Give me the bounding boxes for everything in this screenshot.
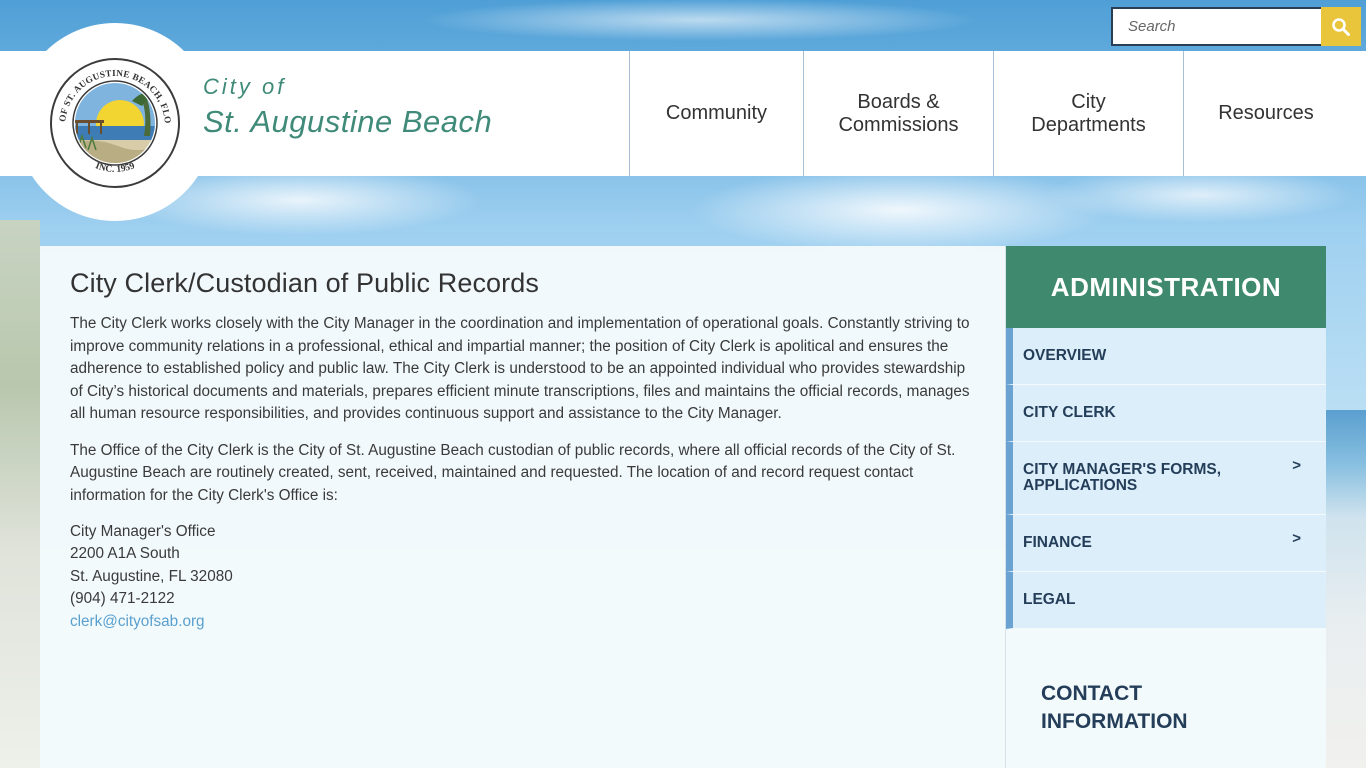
email-link[interactable]: clerk@cityofsab.org: [70, 613, 205, 630]
nav-label-line2: Commissions: [838, 113, 959, 136]
address-city: St. Augustine, FL 32080: [70, 567, 233, 585]
nav-label-line2: Departments: [1031, 113, 1146, 136]
sidebar-item-legal[interactable]: LEGAL: [1006, 572, 1326, 629]
sidebar-item-label: OVERVIEW: [1023, 347, 1107, 364]
sidebar-item-city-managers-forms[interactable]: CITY MANAGER'S FORMS, APPLICATIONS >: [1006, 442, 1326, 515]
address-office: City Manager's Office: [70, 523, 216, 540]
sidebar: ADMINISTRATION OVERVIEW CITY CLERK CITY …: [1006, 246, 1326, 768]
sidebar-item-label: LEGAL: [1023, 591, 1076, 608]
page-title: City Clerk/Custodian of Public Records: [70, 268, 539, 298]
address-phone: (904) 471-2122: [70, 590, 175, 608]
nav-item-resources[interactable]: Resources: [1183, 51, 1348, 176]
sidebar-item-label: CITY MANAGER'S FORMS, APPLICATIONS: [1023, 461, 1222, 494]
search-button[interactable]: [1321, 7, 1361, 46]
nav-label: Community: [665, 102, 768, 124]
main-nav: Community Boards & Commissions City Depa…: [629, 51, 1348, 176]
site-brand[interactable]: City of St. Augustine Beach: [203, 74, 492, 140]
sidebar-item-finance[interactable]: FINANCE >: [1006, 515, 1326, 572]
search-icon: [1332, 17, 1350, 36]
search-input[interactable]: [1128, 18, 1321, 35]
address-street: 2200 A1A South: [70, 545, 180, 563]
sidebar-item-overview[interactable]: OVERVIEW: [1006, 328, 1326, 385]
intro-paragraph: The City Clerk works closely with the Ci…: [70, 315, 970, 422]
sidebar-item-label: CITY CLERK: [1023, 404, 1116, 421]
contact-information-heading: CONTACT INFORMATION: [1041, 680, 1188, 736]
chevron-right-icon[interactable]: >: [1292, 531, 1301, 547]
nav-label: Resources: [1218, 102, 1314, 124]
background-sea: [1326, 410, 1366, 768]
records-paragraph: The Office of the City Clerk is the City…: [70, 441, 956, 504]
nav-item-city-departments[interactable]: City Departments: [993, 51, 1183, 176]
sidebar-title: ADMINISTRATION: [1006, 246, 1326, 328]
nav-label-line1: Boards &: [857, 90, 940, 113]
nav-item-community[interactable]: Community: [629, 51, 803, 176]
sidebar-item-city-clerk[interactable]: CITY CLERK: [1006, 385, 1326, 442]
background-dune-grass: [0, 220, 40, 768]
brand-line-small: City of: [203, 74, 287, 99]
search-field[interactable]: [1111, 7, 1321, 46]
sidebar-item-label: FINANCE: [1023, 534, 1092, 551]
nav-item-boards-commissions[interactable]: Boards & Commissions: [803, 51, 993, 176]
chevron-right-icon[interactable]: >: [1292, 458, 1301, 474]
city-seal-logo[interactable]: CITY OF ST. AUGUSTINE BEACH, FLORIDA INC…: [48, 56, 182, 190]
contact-address: City Manager's Office 2200 A1A South St.…: [70, 521, 975, 633]
brand-line-large: St. Augustine Beach: [203, 104, 493, 139]
main-content: City Clerk/Custodian of Public Records T…: [40, 246, 1006, 768]
contact-heading-line1: CONTACT: [1041, 682, 1143, 705]
nav-label-line1: City: [1071, 90, 1106, 113]
contact-heading-line2: INFORMATION: [1041, 710, 1188, 733]
